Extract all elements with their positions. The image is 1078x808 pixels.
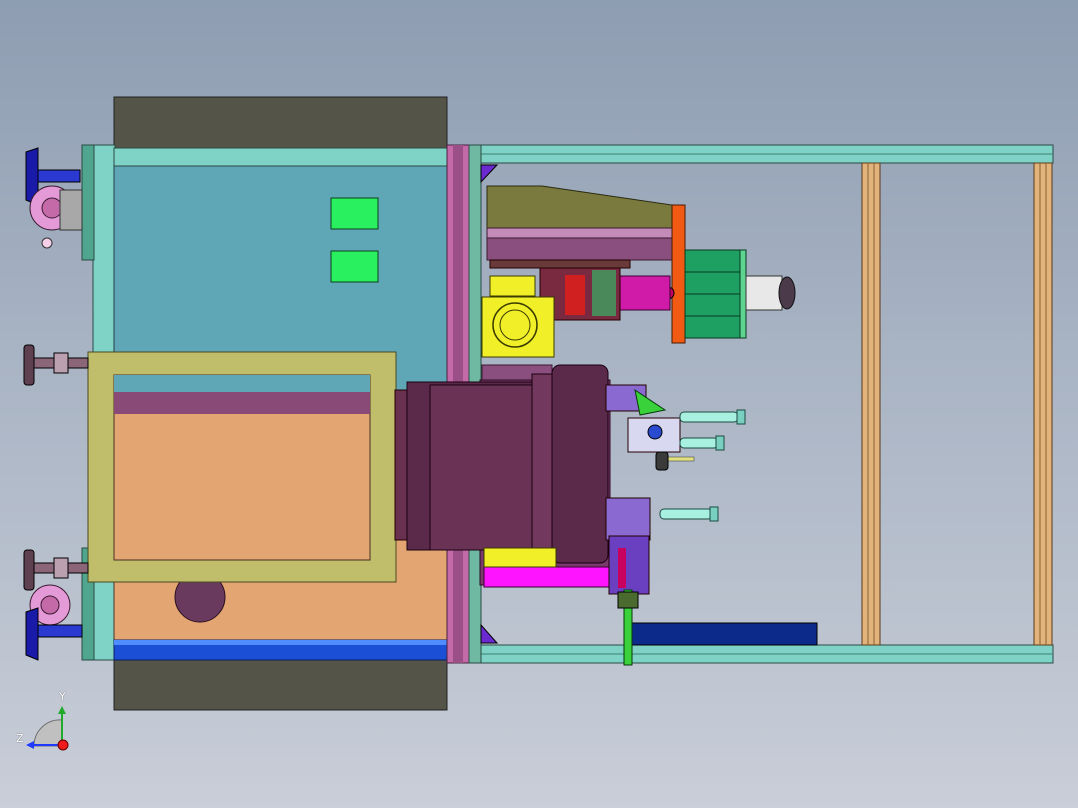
y-axis-arrow xyxy=(58,706,66,714)
pneumatic-cylinder-1[interactable] xyxy=(679,409,746,425)
door-upper-band xyxy=(114,375,370,392)
blue-rail-highlight xyxy=(114,640,447,645)
motor-encoder-cap-end[interactable] xyxy=(778,276,796,310)
motor-mount-plate[interactable] xyxy=(486,185,673,229)
clamp-green-wedge[interactable] xyxy=(634,388,667,416)
actuator-wheel[interactable] xyxy=(655,451,669,471)
corner-gusset-bottom[interactable] xyxy=(480,623,499,644)
navy-base-block[interactable] xyxy=(631,622,818,646)
drum-collar[interactable] xyxy=(429,384,533,551)
gear-train-plate xyxy=(592,270,616,316)
magenta-base[interactable] xyxy=(483,566,610,588)
leveling-foot-middle[interactable] xyxy=(23,344,89,386)
indicator-panel-top[interactable] xyxy=(330,197,379,230)
triad-arc xyxy=(33,719,63,747)
assembly-drawing[interactable] xyxy=(0,0,1078,808)
clamp-slide[interactable] xyxy=(608,535,650,595)
leveling-foot-lower[interactable] xyxy=(23,549,89,591)
motor-encoder-cap[interactable] xyxy=(739,249,747,339)
motor-mount-band[interactable] xyxy=(486,227,674,239)
gear-train-highlight xyxy=(565,275,585,315)
top-dark-block[interactable] xyxy=(113,96,448,150)
pneumatic-cylinder-2[interactable] xyxy=(679,435,725,451)
pneumatic-cylinder-3[interactable] xyxy=(659,506,719,522)
magenta-coupling[interactable] xyxy=(619,275,671,311)
clamp-slide-red xyxy=(618,548,626,588)
wood-post-right[interactable] xyxy=(1033,162,1053,646)
wood-post-middle[interactable] xyxy=(861,162,881,646)
corner-gusset-top[interactable] xyxy=(480,164,499,184)
drum-end[interactable] xyxy=(551,364,609,564)
cad-viewport[interactable]: Y Z xyxy=(0,0,1078,808)
door-purple-band xyxy=(114,392,370,414)
tank-top-rail[interactable] xyxy=(113,147,448,167)
left-green-post[interactable] xyxy=(81,144,95,261)
coordinate-triad xyxy=(26,706,69,751)
yellow-base-block[interactable] xyxy=(483,547,557,568)
motor-bracket[interactable] xyxy=(486,237,674,261)
z-axis-arrow xyxy=(26,741,34,749)
drive-shaft[interactable] xyxy=(489,259,631,269)
drum-ring[interactable] xyxy=(531,373,555,555)
clamp-core-bearing[interactable] xyxy=(647,424,663,440)
orange-motor-plate[interactable] xyxy=(671,204,686,344)
bottom-dark-block[interactable] xyxy=(113,657,448,711)
indicator-panel-bottom[interactable] xyxy=(330,250,379,283)
clamp-block-lower[interactable] xyxy=(605,497,651,541)
x-axis-origin xyxy=(57,739,69,751)
z-axis-label: Z xyxy=(16,732,24,745)
caster-bottom[interactable] xyxy=(25,584,83,661)
gearbox-top[interactable] xyxy=(489,275,536,297)
motor-encoder[interactable] xyxy=(745,275,783,311)
caster-top[interactable] xyxy=(25,147,83,249)
feed-pipe-fitting[interactable] xyxy=(617,591,639,609)
y-axis-label: Y xyxy=(59,690,66,703)
